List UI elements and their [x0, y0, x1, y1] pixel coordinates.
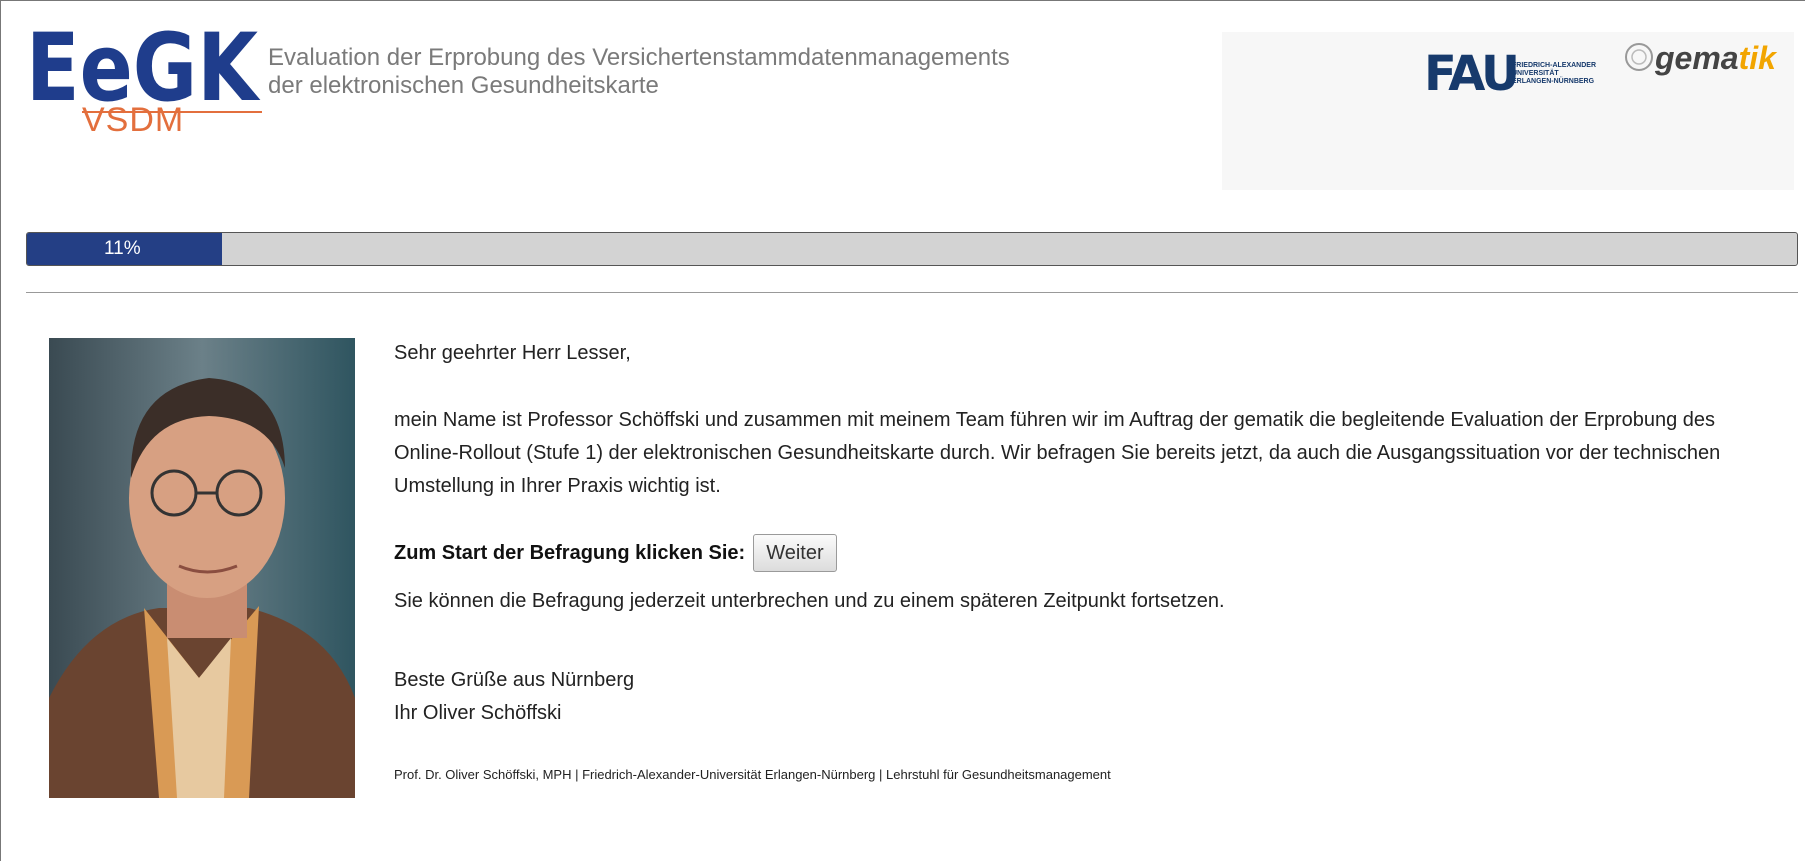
progress-label: 11% [104, 238, 141, 259]
letter-salutation: Sehr geehrter Herr Lesser, [394, 342, 631, 364]
fau-logo-subtitle: FRIEDRICH-ALEXANDER UNIVERSITÄT ERLANGEN… [1512, 62, 1596, 85]
gematik-seal-icon [1625, 43, 1653, 71]
closing-line: Beste Grüße aus Nürnberg [394, 669, 635, 691]
eegk-logo: EeGK [26, 28, 261, 104]
gematik-logo: gematik [1655, 40, 1776, 77]
author-portrait [49, 338, 355, 798]
gematik-logo-b: tik [1738, 40, 1776, 76]
start-row: Zum Start der Befragung klicken Sie: Wei… [394, 534, 837, 572]
letter-closing: Beste Grüße aus Nürnberg Ihr Oliver Schö… [394, 664, 634, 730]
logo-subtitle: VSDM [82, 101, 185, 139]
letter-body: mein Name ist Professor Schöffski und zu… [394, 409, 1721, 497]
gematik-logo-a: gema [1655, 40, 1739, 76]
divider [26, 292, 1798, 293]
progress-bar [26, 232, 1798, 266]
pause-note: Sie können die Befragung jederzeit unter… [394, 590, 1225, 612]
header-title-line2: der elektronischen Gesundheitskarte [268, 72, 659, 99]
continue-button[interactable]: Weiter [753, 534, 837, 572]
eegk-logo-text: EeGK [26, 28, 261, 104]
header-title: Evaluation der Erprobung des Versicherte… [268, 44, 1010, 100]
fau-logo: FAU [1424, 46, 1520, 102]
header-title-line1: Evaluation der Erprobung des Versicherte… [268, 44, 1010, 71]
signature-line: Ihr Oliver Schöffski [394, 702, 562, 724]
start-label: Zum Start der Befragung klicken Sie: [394, 541, 746, 564]
footer-credit: Prof. Dr. Oliver Schöffski, MPH | Friedr… [394, 767, 1111, 782]
